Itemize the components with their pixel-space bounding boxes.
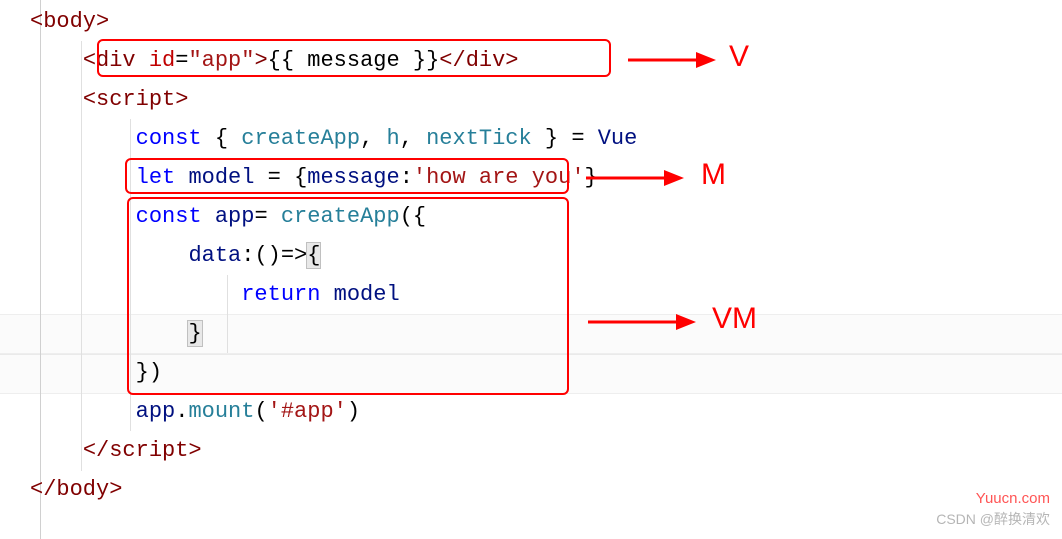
annotation-label-m: M xyxy=(701,158,726,192)
code-line-6: const app= createApp({ xyxy=(30,197,637,236)
code-line-4: const { createApp, h, nextTick } = Vue xyxy=(30,119,637,158)
watermark-csdn: CSDN @醉换清欢 xyxy=(936,509,1050,529)
code-line-7: data:()=>{ xyxy=(30,236,637,275)
code-line-10: }) xyxy=(30,353,637,392)
code-block: <body> <div id="app">{{ message }}</div>… xyxy=(30,2,637,509)
code-line-11: app.mount('#app') xyxy=(30,392,637,431)
code-line-13: </body> xyxy=(30,470,637,509)
annotation-label-v: V xyxy=(729,40,749,74)
code-line-3: <script> xyxy=(30,80,637,119)
code-line-2: <div id="app">{{ message }}</div> xyxy=(30,41,637,80)
code-line-9: } xyxy=(30,314,637,353)
arrow-icon xyxy=(624,48,724,72)
code-line-12: </script> xyxy=(30,431,637,470)
watermark-site: Yuucn.com xyxy=(976,490,1050,507)
code-line-1: <body> xyxy=(30,2,637,41)
annotation-label-vm: VM xyxy=(712,302,757,336)
code-line-8: return model xyxy=(30,275,637,314)
code-line-5: let model = {message:'how are you'} xyxy=(30,158,637,197)
